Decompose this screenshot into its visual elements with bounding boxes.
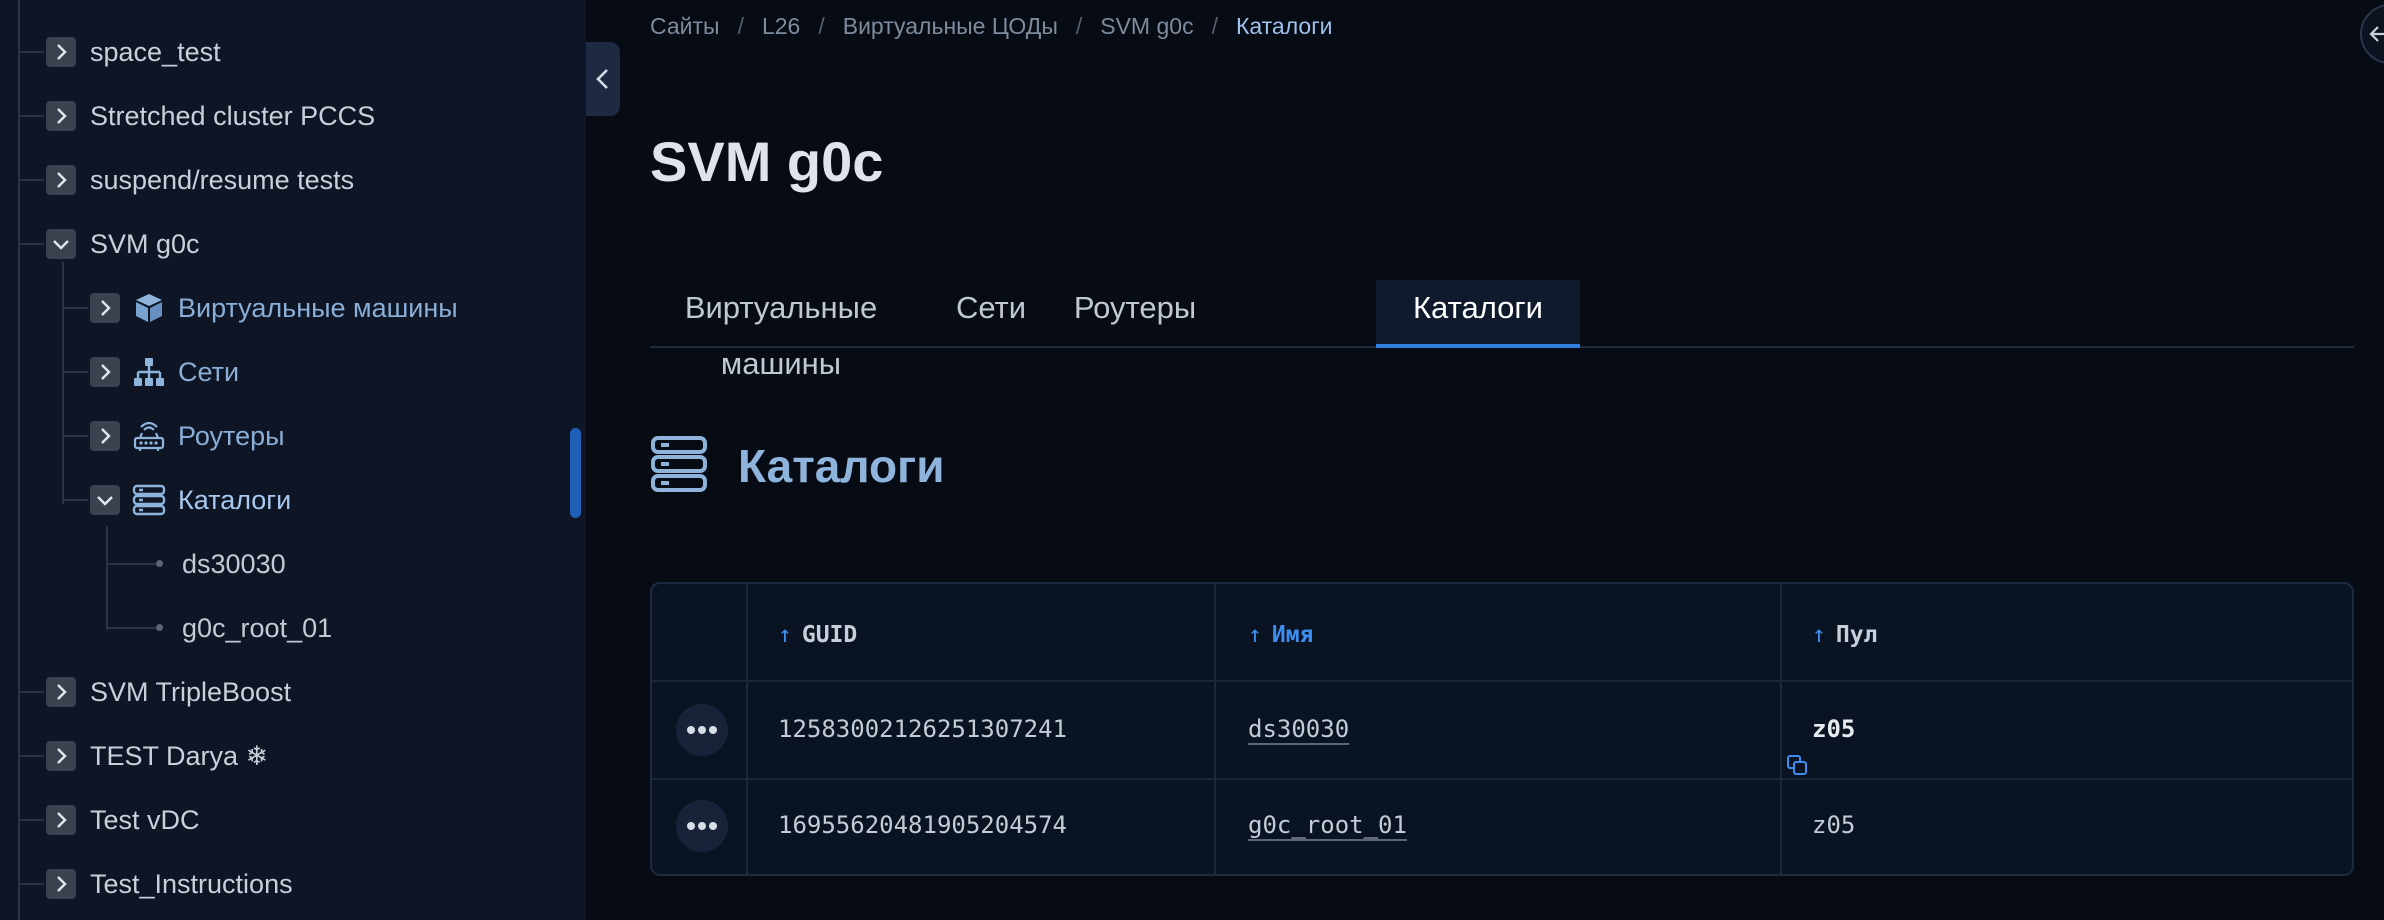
leaf-dot (156, 624, 163, 631)
tree-item-label: Роутеры (178, 421, 285, 451)
tree-item-label: suspend/resume tests (90, 165, 355, 195)
tab-routers[interactable]: Роутеры (1064, 280, 1206, 348)
arrow-left-icon (2369, 26, 2384, 42)
tree-item-routers[interactable]: Роутеры (0, 404, 586, 468)
column-header-pool[interactable]: ↑ Пул (1812, 620, 1877, 650)
chevron-right-icon[interactable] (90, 357, 120, 387)
cell-guid: 16955620481905204574 (778, 811, 1067, 839)
chevron-right-icon[interactable] (46, 165, 76, 195)
tree-item-label: g0c_root_01 (182, 613, 333, 643)
sidebar-scrollbar[interactable] (570, 428, 581, 518)
sort-asc-icon: ↑ (1812, 622, 1826, 648)
tree-item-suspend-resume[interactable]: suspend/resume tests (0, 148, 586, 212)
copy-icon[interactable] (1786, 754, 1808, 776)
column-header-label: Пул (1835, 622, 1878, 648)
more-horizontal-icon (687, 726, 717, 734)
tree-item-label: SVM g0c (90, 229, 200, 259)
cell-name-link[interactable]: g0c_root_01 (1248, 810, 1407, 840)
tab-virtual-machines[interactable]: Виртуальные машины (650, 280, 912, 381)
tree-item-label: ds30030 (182, 549, 286, 579)
tab-catalogs[interactable]: Каталоги (1376, 280, 1580, 348)
chevron-down-icon[interactable] (90, 485, 120, 515)
tree-item-label: Stretched cluster PCCS (90, 101, 376, 131)
breadcrumb-item-l26[interactable]: L26 (762, 13, 800, 40)
tree-item-test-vdc[interactable]: Test vDC (0, 788, 586, 852)
tree-item-label: Test_Instructions (90, 869, 293, 899)
chevron-right-icon[interactable] (46, 741, 76, 771)
tree-item-svm-g0c[interactable]: SVM g0c (0, 212, 586, 276)
row-actions-button[interactable] (676, 800, 728, 852)
breadcrumb-separator: / (818, 12, 825, 39)
tree-item-label: space_test (90, 37, 221, 67)
catalogs-table: ↑ GUID ↑ Имя ↑ Пул 12583002126251307241 ds3… (650, 582, 2354, 876)
tree-item-label: SVM TripleBoost (90, 677, 292, 707)
chevron-down-icon[interactable] (46, 229, 76, 259)
section-title: Каталоги (738, 440, 945, 492)
tree-item-stretched-cluster[interactable]: Stretched cluster PCCS (0, 84, 586, 148)
chevron-right-icon[interactable] (46, 677, 76, 707)
sidebar-collapse-button[interactable] (586, 42, 620, 116)
tree-item-svm-tripleboost[interactable]: SVM TripleBoost (0, 660, 586, 724)
network-icon (134, 358, 164, 386)
chevron-right-icon[interactable] (46, 101, 76, 131)
tree-item-label: Каталоги (178, 485, 292, 515)
chevron-right-icon[interactable] (90, 421, 120, 451)
breadcrumb-separator: / (1211, 12, 1218, 39)
breadcrumb-item-sites[interactable]: Сайты (650, 13, 720, 40)
chevron-right-icon[interactable] (90, 293, 120, 323)
breadcrumb-separator: / (1075, 12, 1083, 39)
breadcrumb-separator: / (737, 12, 744, 39)
tree-item-networks[interactable]: Сети (0, 340, 586, 404)
tree-item-label: TEST Darya ❄ (90, 741, 269, 771)
more-horizontal-icon (687, 822, 717, 830)
tree-item-label: Сети (178, 357, 240, 387)
chevron-right-icon[interactable] (46, 805, 76, 835)
sort-asc-icon: ↑ (778, 622, 792, 648)
tree-item-test-darya[interactable]: TEST Darya ❄ (0, 724, 586, 788)
router-icon (133, 421, 165, 451)
breadcrumb-current: Каталоги (1235, 12, 1333, 39)
column-header-guid[interactable]: ↑ GUID (778, 620, 857, 650)
cell-guid: 12583002126251307241 (778, 715, 1067, 743)
breadcrumb: Сайты / L26 / Виртуальные ЦОДы / SVM g0c… (650, 10, 1332, 42)
catalog-icon (132, 484, 166, 516)
tree-item-g0c-root-01[interactable]: g0c_root_01 (0, 596, 586, 660)
cube-icon (136, 294, 162, 322)
row-actions-button[interactable] (676, 704, 728, 756)
leaf-dot (156, 560, 163, 567)
catalog-icon (651, 436, 707, 492)
column-header-label: GUID (801, 622, 858, 648)
column-header-name[interactable]: ↑ Имя (1248, 620, 1313, 650)
chevron-right-icon[interactable] (46, 869, 76, 899)
tree-item-ds30030[interactable]: ds30030 (0, 532, 586, 596)
cell-name-link[interactable]: ds30030 (1248, 714, 1349, 744)
tab-networks[interactable]: Сети (944, 280, 1038, 348)
chevron-right-icon[interactable] (46, 37, 76, 67)
breadcrumb-item-vdcs[interactable]: Виртуальные ЦОДы (843, 13, 1058, 40)
cell-pool: z05 (1812, 811, 1856, 839)
chevron-left-icon (596, 69, 608, 89)
main-content: Сайты / L26 / Виртуальные ЦОДы / SVM g0c… (620, 0, 2384, 920)
breadcrumb-item-svm[interactable]: SVM g0c (1100, 13, 1193, 40)
page-title: SVM g0c (650, 130, 884, 193)
tab-bar: Виртуальные машины Сети Роутеры Каталоги (650, 280, 2354, 381)
sidebar: space_test Stretched cluster PCCS suspen… (0, 0, 586, 920)
tree-item-test-instructions[interactable]: Test_Instructions (0, 852, 586, 916)
column-header-label: Имя (1271, 622, 1314, 648)
sort-asc-icon: ↑ (1248, 622, 1262, 648)
cell-pool: z05 (1812, 715, 1856, 743)
tree-item-label: Test vDC (90, 805, 200, 835)
tree-item-virtual-machines[interactable]: Виртуальные машины (0, 276, 586, 340)
tree-item-space-test[interactable]: space_test (0, 20, 586, 84)
tree-item-label: Виртуальные машины (178, 293, 458, 323)
tree-item-catalogs[interactable]: Каталоги (0, 468, 586, 532)
